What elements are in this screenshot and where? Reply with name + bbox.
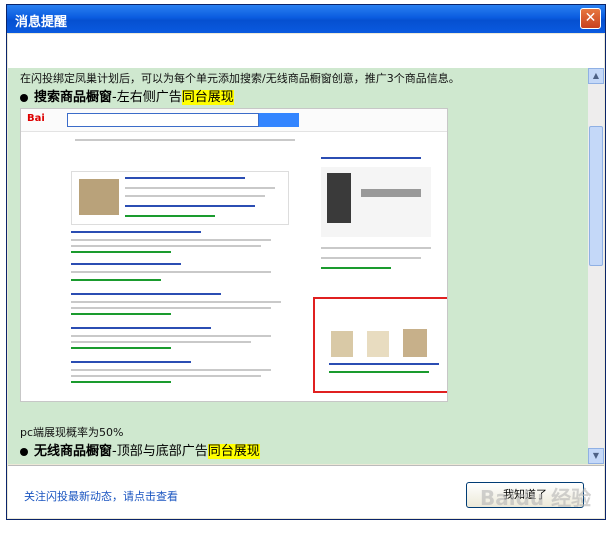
- section-mobile-heading: 无线商品橱窗-顶部与底部广告同台展现: [20, 440, 260, 459]
- baidu-logo-icon: Bai: [27, 113, 45, 124]
- screenshot-result-title: [71, 327, 211, 329]
- screenshot-result-title: [71, 231, 201, 233]
- screenshot-result-title: [125, 177, 245, 179]
- screenshot-right-line: [321, 247, 431, 249]
- chevron-up-icon: ▲: [592, 71, 600, 80]
- screenshot-searchbar: Bai: [21, 109, 447, 132]
- scroll-thumb[interactable]: [589, 126, 603, 266]
- intro-text: 在闪投绑定凤巢计划后，可以为每个单元添加搜索/无线商品橱窗创意，推广3个商品信息…: [20, 72, 460, 85]
- screenshot-result-line: [71, 301, 281, 303]
- screenshot-result-line: [71, 335, 271, 337]
- dialog-window: 消息提醒 ✕ 在闪投绑定凤巢计划后，可以为每个单元添加搜索/无线商品橱窗创意，推…: [6, 4, 606, 520]
- chevron-down-icon: ▼: [592, 451, 600, 460]
- section-mobile-highlight: 同台展现: [207, 444, 260, 459]
- screenshot-result-line: [125, 187, 275, 189]
- screenshot-result-line: [71, 369, 271, 371]
- screenshot-nav-line: [75, 139, 295, 141]
- screenshot-right-url: [321, 267, 391, 269]
- title-bar[interactable]: 消息提醒 ✕: [7, 5, 605, 33]
- pc-probability-text: pc端展现概率为50%: [20, 426, 124, 439]
- follow-news-link[interactable]: 关注闪投最新动态，请点击查看: [24, 488, 178, 504]
- screenshot-result-url: [71, 347, 171, 349]
- screenshot-result-url: [71, 381, 171, 383]
- section-mobile-subtitle: -顶部与底部广告: [112, 444, 208, 459]
- bullet-icon: [20, 447, 28, 456]
- screenshot-result-url: [125, 215, 215, 217]
- screenshot-result-title: [71, 263, 181, 265]
- screenshot-product-image: [79, 179, 119, 215]
- section-search-highlight: 同台展现: [181, 90, 234, 105]
- dialog-title: 消息提醒: [15, 15, 68, 30]
- message-body: 在闪投绑定凤巢计划后，可以为每个单元添加搜索/无线商品橱窗创意，推广3个商品信息…: [8, 68, 588, 464]
- screenshot-perfume-image: [327, 173, 351, 223]
- screenshot-brand-text: [361, 189, 421, 197]
- screenshot-right-line: [321, 257, 421, 259]
- section-mobile-title: 无线商品橱窗: [34, 444, 113, 459]
- section-search-heading: 搜索商品橱窗-左右侧广告同台展现: [20, 86, 234, 105]
- screenshot-result-line: [71, 239, 271, 241]
- close-button[interactable]: ✕: [580, 8, 601, 29]
- screenshot-search-box: [67, 113, 259, 127]
- bullet-icon: [20, 93, 28, 102]
- screenshot-search-button: [259, 113, 299, 127]
- close-icon: ✕: [584, 10, 597, 26]
- screenshot-result-line: [71, 341, 251, 343]
- screenshot-result-line: [125, 195, 265, 197]
- screenshot-right-title: [321, 157, 421, 159]
- baidu-watermark: Baidu 经验: [480, 486, 592, 510]
- scroll-up-button[interactable]: ▲: [588, 68, 604, 84]
- section-search-title: 搜索商品橱窗: [34, 90, 113, 105]
- search-showcase-screenshot: Bai: [20, 108, 448, 402]
- screenshot-result-title: [71, 361, 191, 363]
- section-search-subtitle: -左右侧广告: [112, 90, 182, 105]
- screenshot-result-title: [71, 293, 221, 295]
- screenshot-result-line: [71, 307, 271, 309]
- vertical-scrollbar[interactable]: ▲ ▼: [588, 68, 604, 464]
- screenshot-result-line: [71, 271, 271, 273]
- highlight-red-box: [313, 297, 447, 393]
- screenshot-result-url: [71, 279, 161, 281]
- screenshot-result-line: [71, 375, 261, 377]
- content-area: 在闪投绑定凤巢计划后，可以为每个单元添加搜索/无线商品橱窗创意，推广3个商品信息…: [8, 34, 604, 464]
- scroll-down-button[interactable]: ▼: [588, 448, 604, 464]
- screenshot-result-line: [71, 245, 261, 247]
- screenshot-result-line: [125, 205, 255, 207]
- screenshot-result-url: [71, 251, 171, 253]
- screenshot-result-url: [71, 313, 171, 315]
